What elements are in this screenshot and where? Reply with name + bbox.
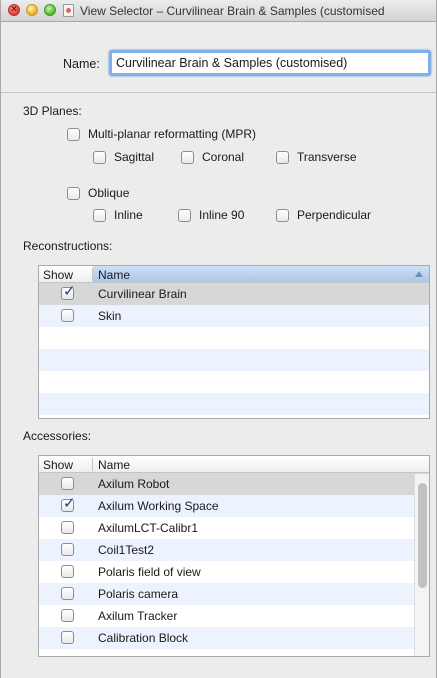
row-name: Calibration Block	[98, 631, 189, 645]
table-row[interactable]: ✓ Axilum Working Space	[39, 495, 429, 517]
row-name: Polaris camera	[98, 587, 179, 601]
mpr-checkbox[interactable]	[67, 128, 80, 141]
transverse-checkbox[interactable]	[276, 151, 289, 164]
reconstructions-table: Show Name ✓ Curvilinear Brain Skin	[38, 265, 430, 419]
sagittal-label: Sagittal	[114, 150, 155, 164]
zoom-button[interactable]	[44, 4, 56, 16]
table-row[interactable]: ✓ Curvilinear Brain	[39, 283, 429, 305]
planes-section-label: 3D Planes:	[23, 104, 82, 118]
table-row[interactable]: AxilumLCT-Calibr1	[39, 517, 429, 539]
show-checkbox[interactable]	[61, 477, 74, 490]
perpendicular-checkbox[interactable]	[276, 209, 289, 222]
table-row[interactable]: Coil1Test2	[39, 539, 429, 561]
table-row-empty	[39, 371, 429, 393]
accessories-table-header: Show Name	[39, 456, 429, 473]
table-row[interactable]: Axilum Tracker	[39, 605, 429, 627]
inline90-label: Inline 90	[199, 208, 245, 222]
column-divider	[92, 458, 93, 471]
coronal-label: Coronal	[202, 150, 245, 164]
view-selector-window: × View Selector – Curvilinear Brain & Sa…	[0, 0, 437, 678]
row-name: Skin	[98, 309, 122, 323]
sort-ascending-icon	[415, 271, 423, 277]
show-checkbox[interactable]: ✓	[61, 495, 76, 512]
show-checkbox[interactable]	[61, 543, 74, 556]
table-row[interactable]: Polaris field of view	[39, 561, 429, 583]
inline-label: Inline	[114, 208, 143, 222]
scrollbar-thumb[interactable]	[418, 483, 427, 588]
table-row[interactable]: Calibration Block	[39, 627, 429, 649]
oblique-checkbox[interactable]	[67, 187, 80, 200]
minimize-button[interactable]	[26, 4, 38, 16]
name-label: Name:	[63, 57, 100, 71]
column-divider	[92, 268, 93, 281]
checkmark-icon: ✓	[63, 495, 76, 512]
table-row[interactable]: Skin	[39, 305, 429, 327]
show-checkbox[interactable]	[61, 631, 74, 644]
separator	[1, 92, 436, 93]
show-checkbox[interactable]: ✓	[61, 283, 76, 300]
reconstructions-table-header: Show Name	[39, 266, 429, 283]
table-row-empty	[39, 327, 429, 349]
row-name: Curvilinear Brain	[98, 287, 187, 301]
sagittal-checkbox[interactable]	[93, 151, 106, 164]
row-name: Coil1Test2	[98, 543, 155, 557]
row-name: Axilum Robot	[98, 477, 170, 491]
vertical-scrollbar[interactable]	[414, 474, 429, 656]
show-checkbox[interactable]	[61, 587, 74, 600]
oblique-label: Oblique	[88, 186, 130, 200]
row-name: Axilum Working Space	[98, 499, 219, 513]
table-row-empty	[39, 393, 429, 415]
name-column-header-label: Name	[98, 268, 131, 282]
show-checkbox[interactable]	[61, 521, 74, 534]
row-name: AxilumLCT-Calibr1	[98, 521, 199, 535]
row-name: Polaris field of view	[98, 565, 201, 579]
show-checkbox[interactable]	[61, 565, 74, 578]
transverse-label: Transverse	[297, 150, 357, 164]
inline-checkbox[interactable]	[93, 209, 106, 222]
window-title: View Selector – Curvilinear Brain & Samp…	[80, 4, 385, 18]
row-name: Axilum Tracker	[98, 609, 178, 623]
table-row[interactable]: Axilum Robot	[39, 473, 429, 495]
show-checkbox[interactable]	[61, 309, 74, 322]
name-field[interactable]: Curvilinear Brain & Samples (customised)	[109, 50, 431, 76]
title-bar[interactable]: × View Selector – Curvilinear Brain & Sa…	[1, 0, 436, 22]
close-button[interactable]: ×	[8, 4, 20, 16]
close-icon: ×	[11, 4, 17, 15]
name-column-header[interactable]: Name	[98, 458, 130, 472]
perpendicular-label: Perpendicular	[297, 208, 372, 222]
name-column-header[interactable]	[93, 266, 429, 282]
show-checkbox[interactable]	[61, 609, 74, 622]
show-column-header[interactable]: Show	[43, 458, 73, 472]
inline90-checkbox[interactable]	[178, 209, 191, 222]
accessories-table: Show Name Axilum Robot ✓ Axilum Working …	[38, 455, 430, 657]
table-row-empty	[39, 349, 429, 371]
show-column-header[interactable]: Show	[43, 268, 73, 282]
document-icon	[63, 4, 74, 17]
coronal-checkbox[interactable]	[181, 151, 194, 164]
table-row[interactable]: Polaris camera	[39, 583, 429, 605]
checkmark-icon: ✓	[63, 283, 76, 300]
reconstructions-section-label: Reconstructions:	[23, 239, 113, 253]
mpr-label: Multi-planar reformatting (MPR)	[88, 127, 257, 141]
accessories-section-label: Accessories:	[23, 429, 92, 443]
